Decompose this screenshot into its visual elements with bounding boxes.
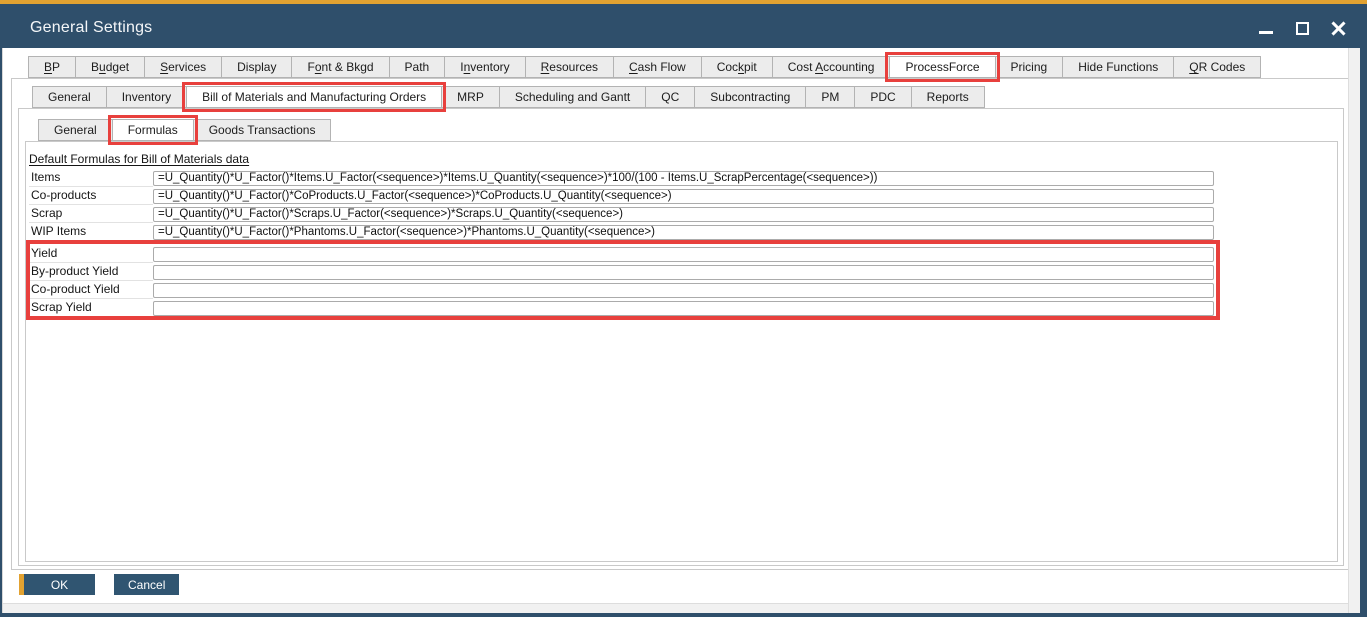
general-settings-window: General Settings BPBudgetServicesDisplay…: [0, 0, 1367, 617]
tab-pricing[interactable]: Pricing: [995, 56, 1064, 78]
formula-row-co-product-yield: Co-product Yield: [29, 281, 1214, 299]
tab-qc[interactable]: QC: [645, 86, 695, 108]
settings-tab-bar: BPBudgetServicesDisplayFont & BkgdPathIn…: [28, 56, 1261, 78]
tab-processforce[interactable]: ProcessForce: [889, 56, 995, 78]
tab-general[interactable]: General: [32, 86, 107, 108]
tab-inventory[interactable]: Inventory: [106, 86, 187, 108]
tab-cost-accounting[interactable]: Cost Accounting: [772, 56, 891, 78]
formula-row-scrap: Scrap: [29, 205, 1214, 223]
field-label-scrap: Scrap: [29, 205, 153, 223]
tab-resources[interactable]: Resources: [525, 56, 614, 78]
formula-input-scrap-yield[interactable]: [153, 301, 1214, 316]
tab-inventory[interactable]: Inventory: [444, 56, 525, 78]
formula-input-wip-items[interactable]: [153, 225, 1214, 240]
formula-row-wip-items: WIP Items: [29, 223, 1214, 241]
tab-cash-flow[interactable]: Cash Flow: [613, 56, 702, 78]
tab-reports[interactable]: Reports: [911, 86, 985, 108]
tab-scheduling-and-gantt[interactable]: Scheduling and Gantt: [499, 86, 646, 108]
minimize-icon: [1259, 31, 1273, 34]
field-label-by-product-yield: By-product Yield: [29, 263, 153, 281]
tab-cockpit[interactable]: Cockpit: [701, 56, 773, 78]
close-button[interactable]: [1327, 17, 1349, 39]
formula-row-items: Items: [29, 169, 1214, 187]
field-label-co-product-yield: Co-product Yield: [29, 281, 153, 299]
tab-display[interactable]: Display: [221, 56, 292, 78]
field-label-yield: Yield: [29, 245, 153, 263]
processforce-tab-bar: GeneralInventoryBill of Materials and Ma…: [32, 86, 985, 108]
tab-pdc[interactable]: PDC: [854, 86, 911, 108]
minimize-button[interactable]: [1255, 17, 1277, 39]
formula-input-scrap[interactable]: [153, 207, 1214, 222]
title-bar: General Settings: [0, 8, 1367, 48]
tab-budget[interactable]: Budget: [75, 56, 145, 78]
formula-input-co-products[interactable]: [153, 189, 1214, 204]
tab-services[interactable]: Services: [144, 56, 222, 78]
tab-hide-functions[interactable]: Hide Functions: [1062, 56, 1174, 78]
tab-pm[interactable]: PM: [805, 86, 855, 108]
tab-goods-transactions[interactable]: Goods Transactions: [193, 119, 332, 141]
ok-button[interactable]: OK: [19, 574, 95, 595]
formula-input-co-product-yield[interactable]: [153, 283, 1214, 298]
formula-rows: ItemsCo-productsScrapWIP Items YieldBy-pr…: [29, 169, 1214, 317]
group-title-default-formulas: Default Formulas for Bill of Materials d…: [29, 152, 249, 166]
formula-input-items[interactable]: [153, 171, 1214, 186]
tab-mrp[interactable]: MRP: [441, 86, 500, 108]
bottom-gutter: [3, 603, 1348, 613]
formula-row-yield: Yield: [29, 245, 1214, 263]
field-label-wip-items: WIP Items: [29, 223, 153, 241]
tab-qr-codes[interactable]: QR Codes: [1173, 56, 1261, 78]
footer-button-bar: OK Cancel: [19, 574, 179, 595]
window-controls: [1255, 17, 1367, 39]
field-label-scrap-yield: Scrap Yield: [29, 299, 153, 317]
maximize-icon: [1296, 22, 1309, 35]
cancel-button[interactable]: Cancel: [114, 574, 179, 595]
field-label-items: Items: [29, 169, 153, 187]
window-client-area: BPBudgetServicesDisplayFont & BkgdPathIn…: [2, 48, 1360, 613]
tab-formulas[interactable]: Formulas: [112, 119, 194, 141]
formula-input-by-product-yield[interactable]: [153, 265, 1214, 280]
tab-bp[interactable]: BP: [28, 56, 76, 78]
maximize-button[interactable]: [1291, 17, 1313, 39]
formula-row-scrap-yield: Scrap Yield: [29, 299, 1214, 317]
formula-input-yield[interactable]: [153, 247, 1214, 262]
right-gutter: [1348, 48, 1360, 613]
window-title: General Settings: [0, 19, 152, 37]
close-icon: [1331, 21, 1346, 36]
formula-row-by-product-yield: By-product Yield: [29, 263, 1214, 281]
tab-subcontracting[interactable]: Subcontracting: [694, 86, 806, 108]
field-label-co-products: Co-products: [29, 187, 153, 205]
formula-row-co-products: Co-products: [29, 187, 1214, 205]
tab-bill-of-materials-and-manufacturing-orders[interactable]: Bill of Materials and Manufacturing Orde…: [186, 86, 442, 108]
bom-tab-bar: GeneralFormulasGoods Transactions: [38, 119, 331, 141]
tab-general[interactable]: General: [38, 119, 113, 141]
tab-font-bkgd[interactable]: Font & Bkgd: [291, 56, 389, 78]
tab-path[interactable]: Path: [389, 56, 446, 78]
